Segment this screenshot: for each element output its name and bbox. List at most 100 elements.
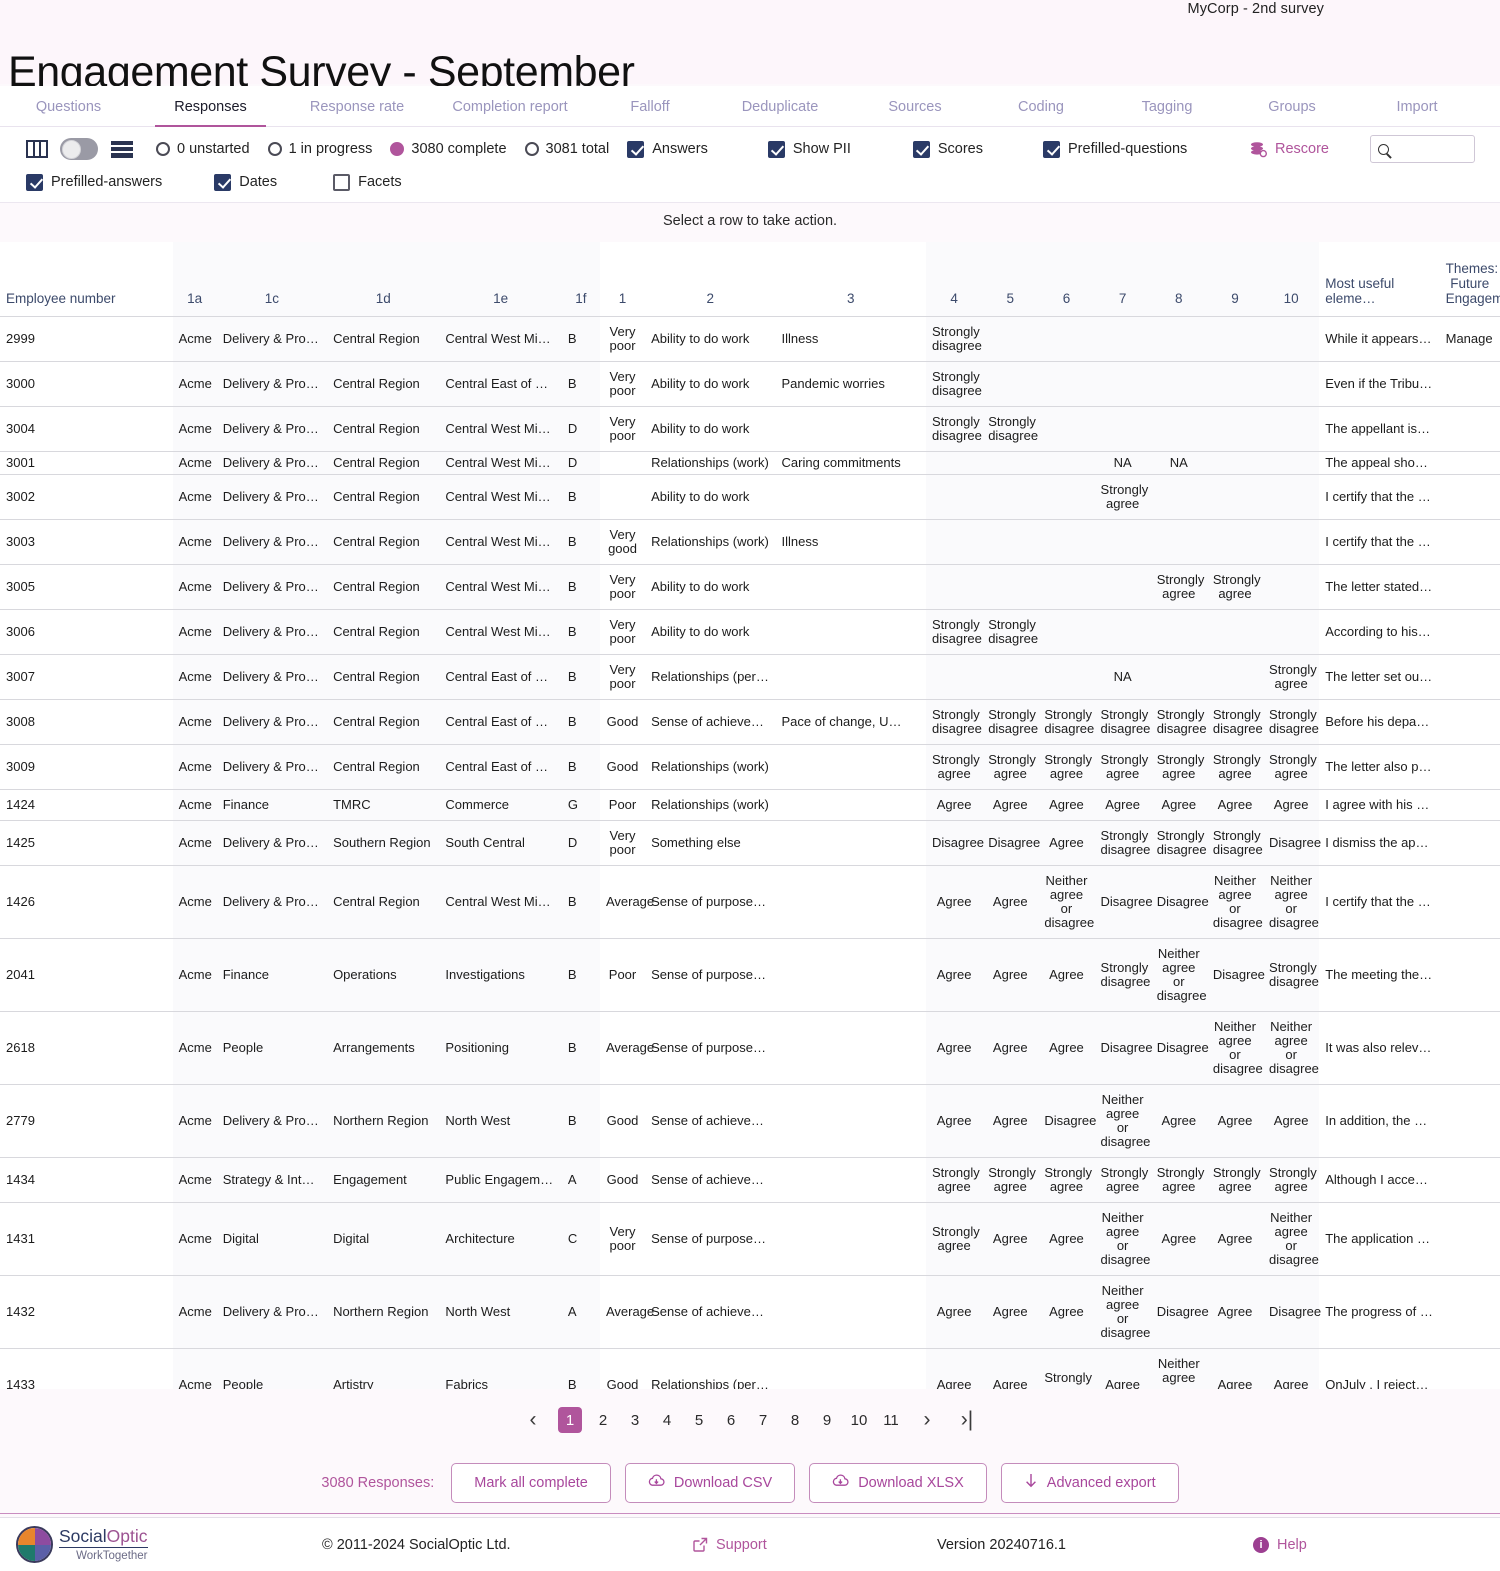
table-row[interactable]: 2999 Acme Delivery & Product… Central Regio…: [0, 315, 1500, 361]
table-row[interactable]: 3005 Acme Delivery & Product… Central Regio…: [0, 563, 1500, 609]
pagination-page-3[interactable]: 3: [624, 1407, 646, 1433]
table-row[interactable]: 1425 Acme Delivery & Product… Southern Regi…: [0, 819, 1500, 865]
pagination-page-6[interactable]: 6: [720, 1407, 742, 1433]
column-header-3[interactable]: 1d: [327, 242, 440, 316]
column-header-14[interactable]: 9: [1206, 242, 1264, 316]
cell-value: Acme: [178, 668, 212, 684]
cell-q2: Ability to do work: [645, 473, 776, 519]
table-row[interactable]: 3008 Acme Delivery & Product… Central Regio…: [0, 698, 1500, 744]
column-header-4[interactable]: 1e: [439, 242, 562, 316]
table-row[interactable]: 2618 Acme People Arrangements Positioning B Av…: [0, 1010, 1500, 1084]
pagination-page-9[interactable]: 9: [816, 1407, 838, 1433]
tab-falloff[interactable]: Falloff: [590, 86, 710, 127]
table-row[interactable]: 1426 Acme Delivery & Product… Central Regio…: [0, 864, 1500, 938]
column-header-8[interactable]: 3: [776, 242, 927, 316]
column-header-13[interactable]: 8: [1150, 242, 1207, 316]
pagination-page-7[interactable]: 7: [752, 1407, 774, 1433]
table-row[interactable]: 3001 Acme Delivery & Product… Central Regio…: [0, 450, 1500, 474]
tab-deduplicate[interactable]: Deduplicate: [710, 86, 850, 127]
checkbox-scores[interactable]: Scores: [912, 140, 983, 158]
rescore-button[interactable]: Rescore: [1250, 141, 1329, 158]
table-row[interactable]: 1424 Acme Finance TMRC Commerce G Poor Relation…: [0, 788, 1500, 820]
pagination-page-10[interactable]: 10: [848, 1407, 870, 1433]
cell-q1: Very poor: [599, 563, 646, 609]
tab-coding[interactable]: Coding: [980, 86, 1102, 127]
search-box[interactable]: [1370, 135, 1475, 163]
support-link[interactable]: Support: [693, 1537, 767, 1553]
column-header-9[interactable]: 4: [926, 242, 983, 316]
cell-value: Pace of change, U…: [781, 714, 902, 729]
column-header-7[interactable]: 2: [645, 242, 775, 316]
search-input[interactable]: [1397, 140, 1467, 158]
cell-value: B: [567, 758, 577, 774]
table-row[interactable]: 2779 Acme Delivery & Product… Northern Regi…: [0, 1083, 1500, 1157]
table-row[interactable]: 3003 Acme Delivery & Product… Central Regio…: [0, 518, 1500, 564]
checkbox-label: Scores: [937, 141, 983, 157]
column-header-6[interactable]: 1: [600, 242, 645, 316]
table-row[interactable]: 1431 Acme Digital Digital Architecture C Very …: [0, 1201, 1500, 1275]
view-mode-toggle[interactable]: [60, 138, 98, 160]
pagination-prev[interactable]: ‹: [522, 1407, 544, 1433]
column-header-0[interactable]: Employee number: [0, 242, 173, 316]
column-header-15[interactable]: 10: [1263, 242, 1320, 316]
pagination-page-8[interactable]: 8: [784, 1407, 806, 1433]
status-filter-1[interactable]: 1 in progress: [267, 141, 372, 157]
table-row[interactable]: 1434 Acme Strategy & Intellig… Engagement Pu…: [0, 1156, 1500, 1202]
tab-tagging[interactable]: Tagging: [1102, 86, 1232, 127]
tab-groups[interactable]: Groups: [1232, 86, 1352, 127]
table-row[interactable]: 3004 Acme Delivery & Product… Central Regio…: [0, 405, 1500, 451]
cell-value: Acme: [178, 578, 212, 594]
pagination-next[interactable]: ›: [916, 1407, 938, 1433]
cell-value: Agree: [1049, 1039, 1084, 1055]
cell-id: 1431: [0, 1201, 173, 1275]
help-link[interactable]: i Help: [1253, 1536, 1307, 1553]
column-header-11[interactable]: 6: [1038, 242, 1095, 316]
column-header-10[interactable]: 5: [982, 242, 1039, 316]
tab-responses[interactable]: Responses: [137, 86, 284, 127]
table-row[interactable]: 1432 Acme Delivery & Product… Northern Regi…: [0, 1274, 1500, 1348]
pagination-page-4[interactable]: 4: [656, 1407, 678, 1433]
tab-questions[interactable]: Questions: [0, 86, 137, 127]
pagination-page-11[interactable]: 11: [880, 1407, 902, 1433]
column-view-icon[interactable]: [26, 140, 48, 158]
advanced-export-button[interactable]: Advanced export: [1000, 1462, 1179, 1503]
table-row[interactable]: 3006 Acme Delivery & Product… Central Regio…: [0, 608, 1500, 654]
table-row[interactable]: 2041 Acme Finance Operations Investigations B…: [0, 937, 1500, 1011]
column-header-17[interactable]: Themes: Future Engagement: [1440, 242, 1500, 316]
status-filter-2[interactable]: 3080 complete: [390, 141, 507, 157]
column-header-12[interactable]: 7: [1094, 242, 1151, 316]
table-row[interactable]: 3002 Acme Delivery & Product… Central Regio…: [0, 473, 1500, 519]
table-row[interactable]: 3007 Acme Delivery & Product… Central Regio…: [0, 653, 1500, 699]
checkbox-prefilled-answers[interactable]: Prefilled-answers: [26, 173, 162, 191]
pagination-page-1[interactable]: 1: [558, 1407, 582, 1433]
pagination-page-5[interactable]: 5: [688, 1407, 710, 1433]
status-filter-0[interactable]: 0 unstarted: [156, 141, 250, 157]
cell-q7: Strongly disagree: [1094, 819, 1151, 865]
cell-value: B: [567, 893, 577, 909]
pagination-last[interactable]: ›|: [956, 1407, 978, 1433]
checkbox-prefilled-questions[interactable]: Prefilled-questions: [1043, 140, 1187, 158]
table-row[interactable]: 3009 Acme Delivery & Product… Central Regio…: [0, 743, 1500, 789]
checkbox-answers[interactable]: Answers: [627, 140, 708, 158]
tab-completion-report[interactable]: Completion report: [430, 86, 590, 127]
responses-table-container[interactable]: Employee number 1a 1c 1d 1e 1f 1 2 3 4 5 6 7 8 9 10 Most…: [0, 242, 1500, 1389]
download-csv-button[interactable]: Download CSV: [624, 1462, 796, 1503]
list-view-icon[interactable]: [111, 140, 133, 158]
checkbox-facets[interactable]: Facets: [333, 173, 402, 191]
column-header-16[interactable]: Most useful eleme…: [1319, 242, 1439, 316]
pagination-page-2[interactable]: 2: [592, 1407, 614, 1433]
status-filter-3[interactable]: 3081 total: [524, 141, 609, 157]
column-header-5[interactable]: 1f: [561, 242, 600, 316]
table-row[interactable]: 3000 Acme Delivery & Product… Central Regio…: [0, 360, 1500, 406]
checkbox-show-pii[interactable]: Show PII: [767, 140, 851, 158]
column-header-2[interactable]: 1c: [216, 242, 328, 316]
checkbox-dates[interactable]: Dates: [214, 173, 277, 191]
download-xlsx-button[interactable]: Download XLSX: [809, 1462, 987, 1503]
tab-sources[interactable]: Sources: [850, 86, 980, 127]
tab-import[interactable]: Import: [1352, 86, 1482, 127]
cell-value: Delivery & Product…: [222, 376, 321, 391]
mark-all-complete-button[interactable]: Mark all complete: [451, 1462, 611, 1503]
tab-response-rate[interactable]: Response rate: [284, 86, 430, 127]
table-row[interactable]: 1433 Acme People Artistry Fabrics B Good Relati…: [0, 1347, 1500, 1389]
column-header-1[interactable]: 1a: [172, 242, 217, 316]
